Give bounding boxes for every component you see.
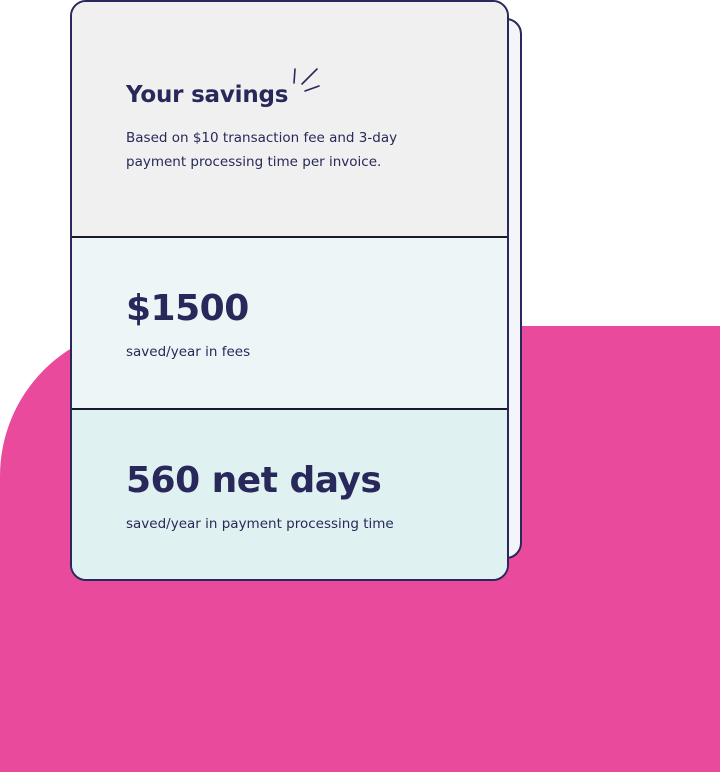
- fees-value: $1500: [126, 288, 249, 329]
- days-label: saved/year in payment processing time: [126, 516, 394, 532]
- days-section: 560 net days saved/year in payment proce…: [72, 408, 507, 579]
- savings-header-section: Your savings Based on $10 transaction fe…: [72, 2, 507, 236]
- savings-title: Your savings: [126, 82, 289, 108]
- fees-label: saved/year in fees: [126, 344, 251, 360]
- savings-card: Your savings Based on $10 transaction fe…: [70, 0, 509, 581]
- days-value: 560 net days: [126, 460, 382, 501]
- sparkle-icon: [293, 68, 320, 92]
- fees-section: $1500 saved/year in fees: [72, 236, 507, 408]
- savings-description: Based on $10 transaction fee and 3-day p…: [126, 130, 398, 170]
